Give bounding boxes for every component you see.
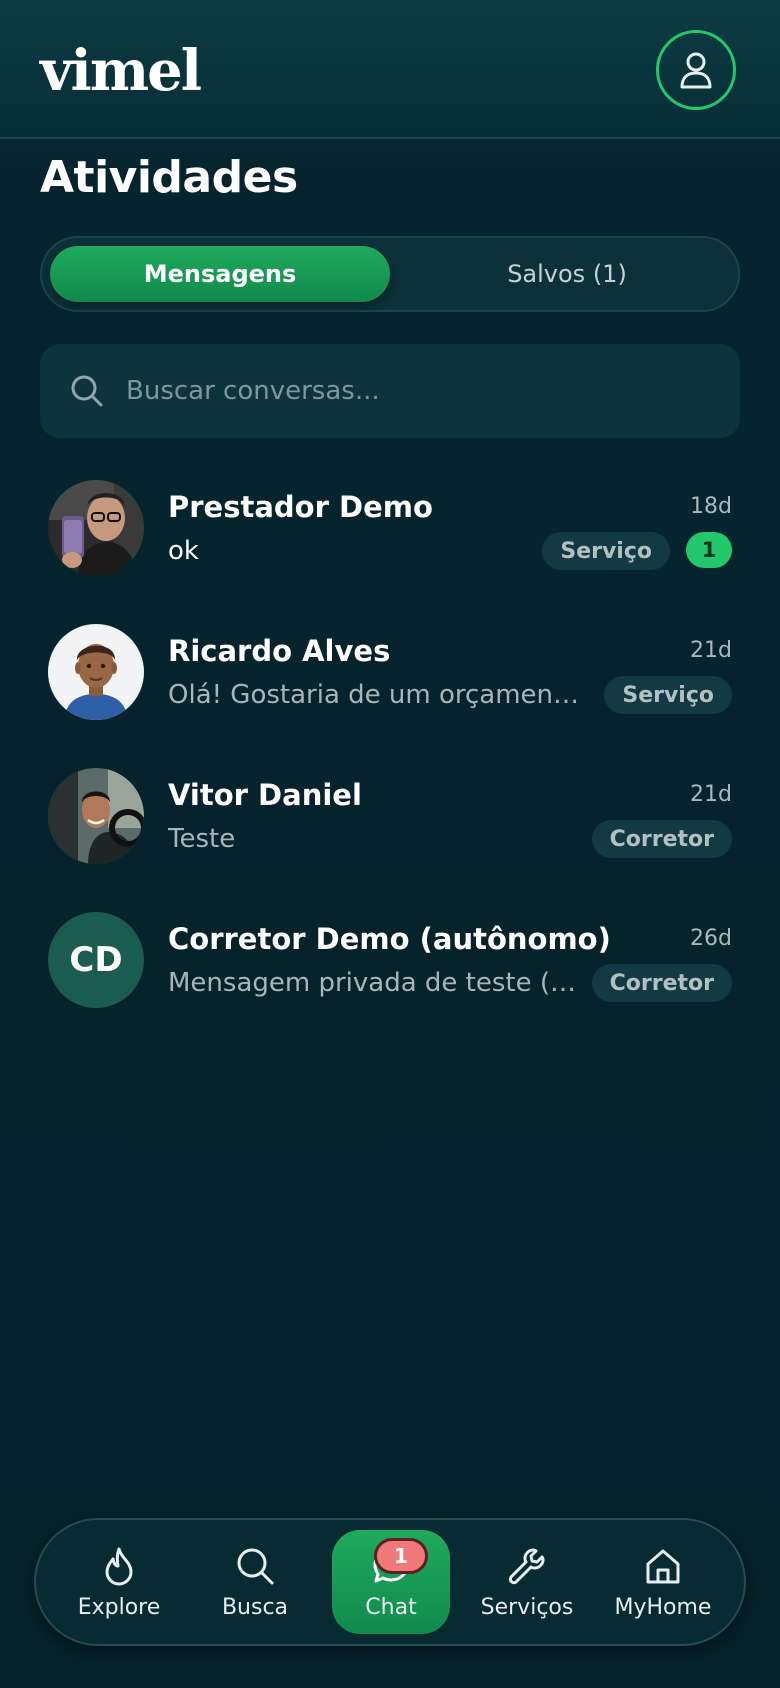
chat-unread-badge: 1 [374, 1538, 428, 1574]
profile-button[interactable] [656, 30, 736, 110]
nav-label: MyHome [614, 1595, 712, 1620]
avatar [48, 768, 144, 864]
contact-name: Corretor Demo (autônomo) [168, 922, 611, 956]
bottom-navigation: Explore Busca Chat 1 Serviços MyHome [34, 1518, 746, 1646]
message-preview: Teste [168, 824, 236, 854]
avatar [48, 480, 144, 576]
message-preview: ok [168, 536, 199, 566]
contact-name: Prestador Demo [168, 490, 433, 524]
avatar [48, 624, 144, 720]
search-bar [40, 344, 740, 438]
message-time: 21d [690, 782, 732, 807]
flame-icon [105, 1547, 133, 1586]
unread-count-badge: 1 [686, 532, 732, 568]
conversation-item[interactable]: CD Corretor Demo (autônomo) 26d Mensagem… [0, 912, 780, 1036]
conversation-item[interactable]: Vitor Daniel 21d Teste Corretor [0, 768, 780, 892]
nav-label: Serviços [480, 1595, 574, 1620]
tab-salvos[interactable]: Salvos (1) [402, 246, 732, 302]
nav-explore[interactable]: Explore [60, 1530, 178, 1634]
category-tag: Serviço [542, 532, 670, 570]
activity-tabs: Mensagens Salvos (1) [40, 236, 740, 312]
tab-mensagens[interactable]: Mensagens [50, 246, 390, 302]
app-screen: vimel Atividades Mensagens Salvos (1) Bu… [0, 0, 780, 1688]
message-preview: Mensagem privada de teste (pendente) [168, 968, 578, 998]
category-tag: Corretor [591, 820, 732, 858]
app-logo[interactable]: vimel [40, 38, 202, 104]
nav-myhome[interactable]: MyHome [604, 1530, 722, 1634]
nav-label: Busca [221, 1595, 289, 1620]
conversation-item[interactable]: Prestador Demo 18d ok Serviço 1 [0, 480, 780, 604]
search-icon [237, 1548, 274, 1585]
message-time: 26d [690, 926, 732, 951]
nav-chat[interactable]: Chat 1 [332, 1530, 450, 1634]
user-icon [680, 52, 712, 89]
contact-name: Ricardo Alves [168, 634, 391, 668]
page-title: Atividades [40, 152, 298, 203]
wrench-icon [508, 1548, 545, 1585]
message-time: 18d [690, 494, 732, 519]
nav-label: Chat [365, 1595, 417, 1620]
category-tag: Corretor [591, 964, 732, 1002]
category-tag: Serviço [604, 676, 732, 714]
nav-servicos[interactable]: Serviços [468, 1530, 586, 1634]
nav-busca[interactable]: Busca [196, 1530, 314, 1634]
home-icon [646, 1549, 680, 1584]
message-preview: Olá! Gostaria de um orçamento para... [168, 680, 588, 710]
nav-label: Explore [77, 1595, 161, 1620]
message-time: 21d [690, 638, 732, 663]
app-header: vimel [0, 0, 780, 139]
conversation-item[interactable]: Ricardo Alves 21d Olá! Gostaria de um or… [0, 624, 780, 748]
contact-name: Vitor Daniel [168, 778, 362, 812]
avatar: CD [48, 912, 144, 1008]
search-input[interactable] [126, 368, 706, 414]
search-icon [71, 375, 103, 407]
